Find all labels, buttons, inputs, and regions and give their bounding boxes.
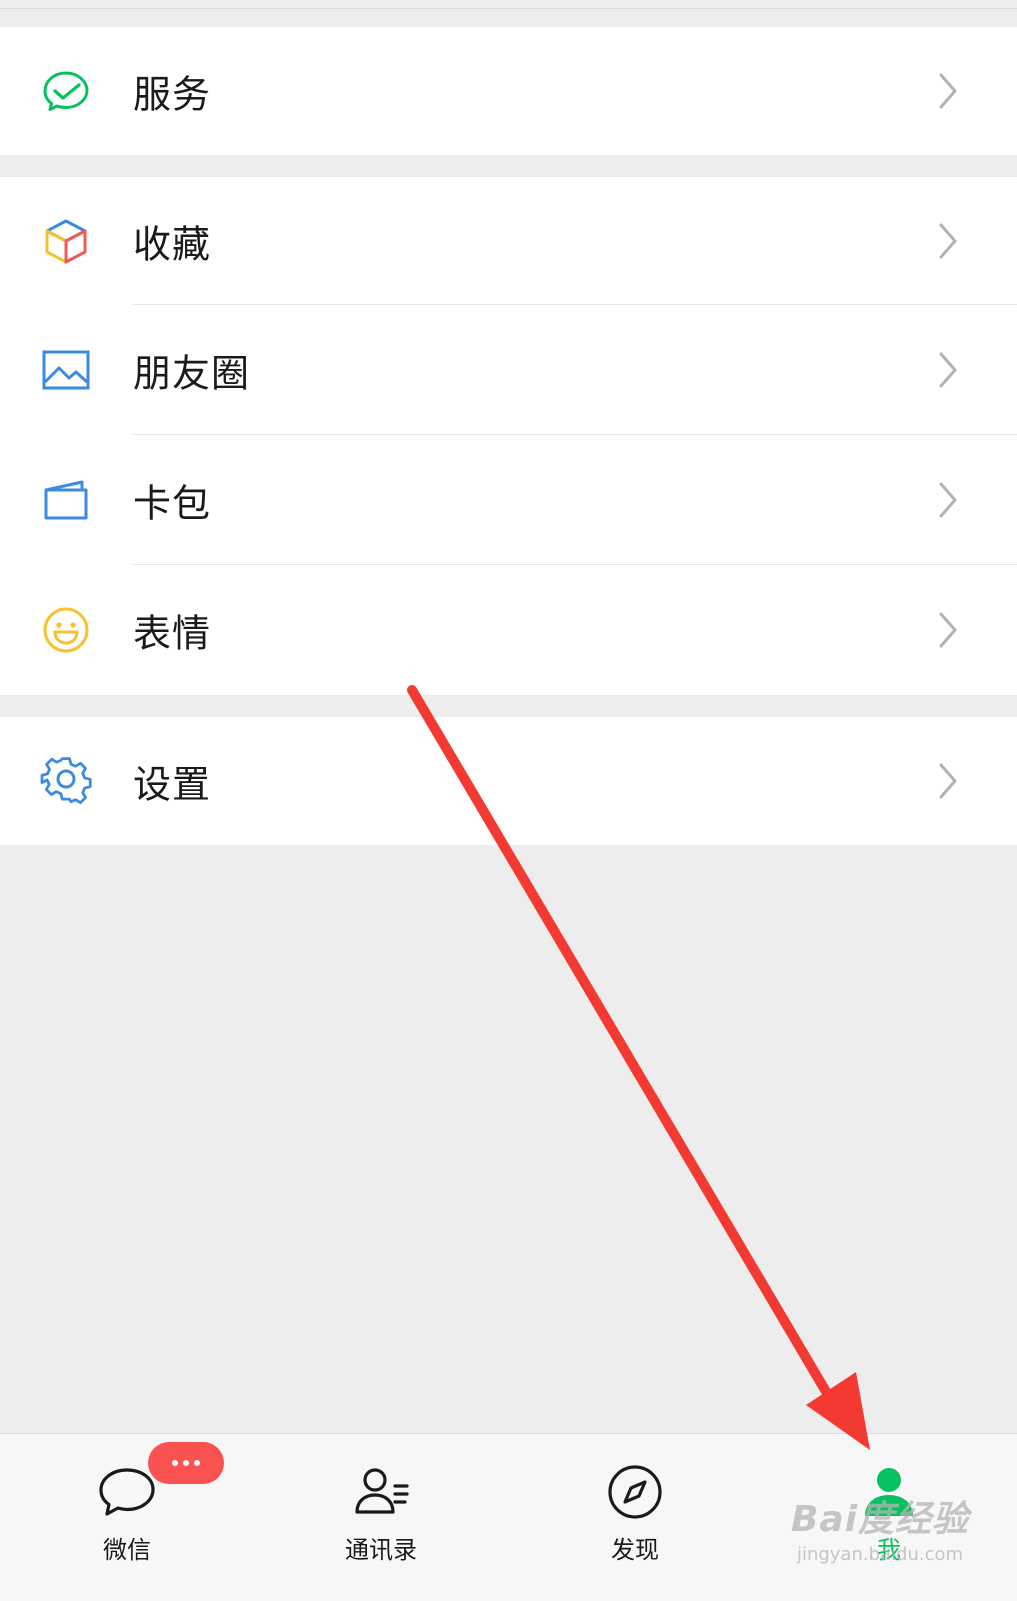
unread-badge bbox=[148, 1442, 224, 1484]
tab-label-contacts: 通讯录 bbox=[345, 1536, 417, 1564]
menu-item-cards[interactable]: 卡包 bbox=[0, 435, 1017, 565]
menu-label-favorites: 收藏 bbox=[133, 222, 212, 267]
person-list-icon bbox=[349, 1460, 413, 1524]
chevron-right-icon bbox=[937, 761, 961, 801]
gear-icon bbox=[40, 755, 92, 807]
smile-icon bbox=[40, 604, 92, 656]
menu-label-cards: 卡包 bbox=[133, 481, 212, 526]
chevron-right-icon bbox=[937, 480, 961, 520]
tab-discover[interactable]: 发现 bbox=[508, 1434, 762, 1601]
menu-group-main: 收藏 朋友圈 卡包 表情 bbox=[0, 177, 1017, 695]
cube-icon bbox=[40, 215, 92, 267]
menu-item-favorites[interactable]: 收藏 bbox=[0, 177, 1017, 305]
top-strip bbox=[0, 0, 1017, 9]
tab-chats[interactable]: 微信 bbox=[0, 1434, 254, 1601]
menu-label-settings: 设置 bbox=[133, 762, 212, 807]
compass-icon bbox=[603, 1460, 667, 1524]
chevron-right-icon bbox=[937, 350, 961, 390]
menu-group-settings: 设置 bbox=[0, 717, 1017, 845]
tab-label-chats: 微信 bbox=[103, 1536, 151, 1564]
picture-icon bbox=[40, 344, 92, 396]
chevron-right-icon bbox=[937, 71, 961, 111]
menu-item-stickers[interactable]: 表情 bbox=[0, 565, 1017, 695]
card-wallet-icon bbox=[40, 474, 92, 526]
menu-group-service: 服务 bbox=[0, 27, 1017, 155]
menu-item-service[interactable]: 服务 bbox=[0, 27, 1017, 155]
check-bubble-icon bbox=[40, 65, 92, 117]
menu-item-moments[interactable]: 朋友圈 bbox=[0, 305, 1017, 435]
menu-item-settings[interactable]: 设置 bbox=[0, 717, 1017, 845]
tab-label-discover: 发现 bbox=[611, 1536, 659, 1564]
tab-contacts[interactable]: 通讯录 bbox=[254, 1434, 508, 1601]
chevron-right-icon bbox=[937, 221, 961, 261]
chevron-right-icon bbox=[937, 610, 961, 650]
menu-label-moments: 朋友圈 bbox=[133, 351, 251, 396]
menu-label-service: 服务 bbox=[133, 72, 212, 117]
menu-label-stickers: 表情 bbox=[133, 611, 212, 656]
baidu-watermark: Bai度经验 jingyan.baidu.com bbox=[790, 1499, 970, 1565]
